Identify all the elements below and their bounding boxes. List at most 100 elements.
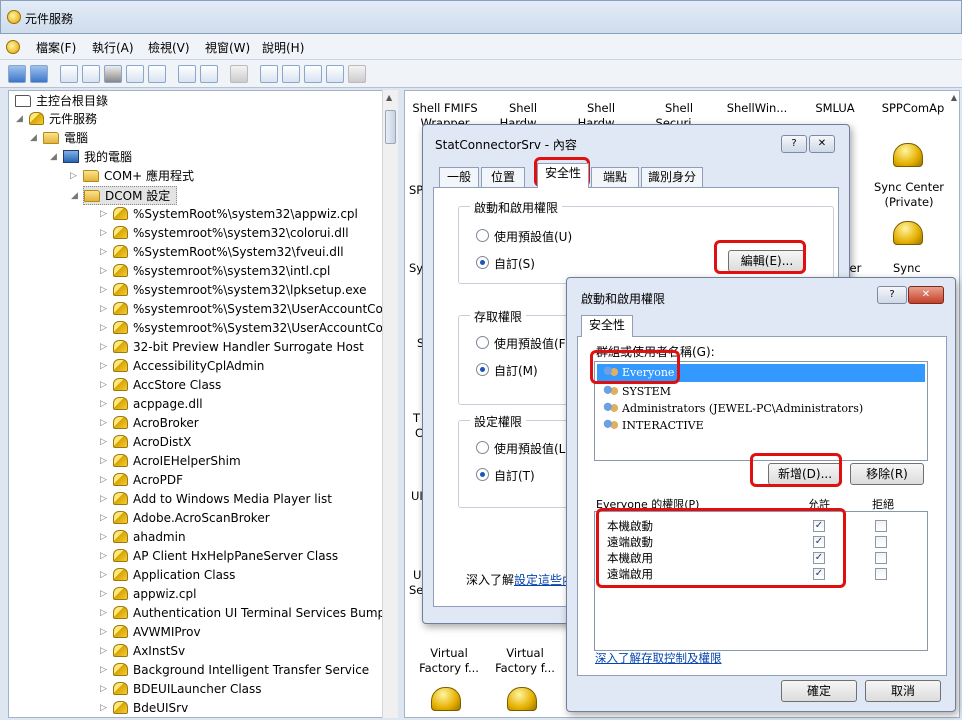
collapsed-arrow-icon[interactable]: ▷ (100, 528, 107, 547)
refresh-icon[interactable] (148, 65, 166, 83)
expanded-arrow-icon[interactable]: ◢ (16, 110, 23, 129)
tree-dcom-item[interactable]: ▷ acppage.dll (100, 395, 203, 414)
collapsed-arrow-icon[interactable]: ▷ (100, 300, 107, 319)
tree-dcom-item[interactable]: ▷ %systemroot%\System32\UserAccountCor (100, 319, 388, 338)
tree-dcom-item[interactable]: ▷ Add to Windows Media Player list (100, 490, 332, 509)
tree-dcom-item[interactable]: ▷ Adobe.AcroScanBroker (100, 509, 270, 528)
tree-dcom-item[interactable]: ▷ AP Client HxHelpPaneServer Class (100, 547, 338, 566)
component-icon[interactable] (893, 143, 923, 167)
collapsed-arrow-icon[interactable]: ▷ (100, 414, 107, 433)
collapsed-arrow-icon[interactable]: ▷ (70, 167, 77, 186)
collapsed-arrow-icon[interactable]: ▷ (100, 262, 107, 281)
deny-checkbox[interactable] (875, 536, 887, 548)
tree-dcom-config[interactable]: ◢ DCOM 設定 (71, 186, 178, 205)
deny-checkbox[interactable] (875, 520, 887, 532)
icon-sync[interactable]: Sync (893, 261, 921, 275)
console-tree[interactable]: 主控台根目錄 ◢ 元件服務 ◢ 電腦 ◢ 我的電腦 ▷ COM+ 應用程式 ◢ DCOM … (8, 90, 398, 718)
large-icons-icon[interactable] (260, 65, 278, 83)
tree-dcom-item[interactable]: ▷ Background Intelligent Transfer Service (100, 661, 369, 680)
tree-dcom-item[interactable]: ▷ ahadmin (100, 528, 186, 547)
tab-endpoints[interactable]: 端點 (591, 167, 639, 187)
collapsed-arrow-icon[interactable]: ▷ (100, 319, 107, 338)
list-icon[interactable] (304, 65, 322, 83)
menu-help[interactable]: 說明(H) (262, 39, 304, 56)
config-default-label[interactable]: 使用預設值(L) (494, 440, 570, 457)
tab-security[interactable]: 安全性 (581, 315, 633, 337)
config-default-radio[interactable] (476, 441, 489, 454)
icon-label[interactable]: T (413, 411, 420, 425)
component-icon[interactable] (893, 221, 923, 245)
collapsed-arrow-icon[interactable]: ▷ (100, 452, 107, 471)
ok-button[interactable]: 確定 (781, 680, 857, 702)
user-item-interactive[interactable]: INTERACTIVE (603, 417, 704, 434)
icon-label[interactable]: ShellWin... (715, 101, 799, 116)
collapsed-arrow-icon[interactable]: ▷ (100, 433, 107, 452)
close-button[interactable]: ✕ (908, 286, 944, 304)
tree-dcom-item[interactable]: ▷ AVWMIProv (100, 623, 201, 642)
collapsed-arrow-icon[interactable]: ▷ (100, 205, 107, 224)
tree-dcom-item[interactable]: ▷ %SystemRoot%\system32\appwiz.cpl (100, 205, 358, 224)
config-custom-radio[interactable] (476, 468, 489, 481)
tree-dcom-item[interactable]: ▷ %systemroot%\System32\UserAccountCor (100, 300, 388, 319)
tree-dcom-item[interactable]: ▷ AxInstSv (100, 642, 185, 661)
tree-dcom-item[interactable]: ▷ AccStore Class (100, 376, 221, 395)
collapsed-arrow-icon[interactable]: ▷ (100, 566, 107, 585)
tree-dcom-item[interactable]: ▷ %systemroot%\system32\intl.cpl (100, 262, 330, 281)
collapsed-arrow-icon[interactable]: ▷ (100, 699, 107, 717)
show-hide-tree-icon[interactable] (82, 65, 100, 83)
tree-dcom-item[interactable]: ▷ AcroPDF (100, 471, 183, 490)
tree-dcom-item[interactable]: ▷ %systemroot%\system32\colorui.dll (100, 224, 349, 243)
launch-custom-radio[interactable] (476, 256, 489, 269)
learn-access-control-link[interactable]: 深入了解存取控制及權限 (595, 650, 722, 666)
menu-action[interactable]: 執行(A) (92, 39, 134, 56)
scroll-up-icon[interactable]: ▲ (386, 93, 392, 102)
tree-dcom-item[interactable]: ▷ Authentication UI Terminal Services Bum… (100, 604, 394, 623)
access-custom-radio[interactable] (476, 363, 489, 376)
cancel-button[interactable]: 取消 (865, 680, 941, 702)
collapsed-arrow-icon[interactable]: ▷ (100, 661, 107, 680)
collapsed-arrow-icon[interactable]: ▷ (100, 357, 107, 376)
tree-dcom-item[interactable]: ▷ %systemroot%\system32\lpksetup.exe (100, 281, 367, 300)
expanded-arrow-icon[interactable]: ◢ (50, 148, 57, 167)
tree-dcom-item[interactable]: ▷ AcroBroker (100, 414, 199, 433)
help-icon[interactable] (178, 65, 196, 83)
tree-dcom-item[interactable]: ▷ AccessibilityCplAdmin (100, 357, 264, 376)
up-level-icon[interactable] (230, 65, 248, 83)
remove-user-button[interactable]: 移除(R) (850, 463, 924, 485)
user-item-system[interactable]: SYSTEM (603, 383, 671, 400)
icon-label[interactable]: SMLUA (793, 101, 877, 116)
tree-dcom-item[interactable]: ▷ BDEUILauncher Class (100, 680, 262, 699)
access-default-radio[interactable] (476, 336, 489, 349)
delete-icon[interactable] (104, 65, 122, 83)
tree-my-computer[interactable]: ◢ 我的電腦 (50, 148, 132, 167)
deny-checkbox[interactable] (875, 552, 887, 564)
deny-checkbox[interactable] (875, 568, 887, 580)
icon-virtual-factory-2[interactable]: Virtual Factory f... (483, 646, 567, 676)
back-icon[interactable] (8, 65, 26, 83)
tab-identity[interactable]: 識別身分 (641, 167, 703, 187)
tree-dcom-item[interactable]: ▷ BdeUISrv (100, 699, 188, 717)
access-custom-label[interactable]: 自訂(M) (494, 362, 538, 379)
icon-label[interactable]: SPPComAp (871, 101, 955, 116)
collapsed-arrow-icon[interactable]: ▷ (100, 623, 107, 642)
view-icon[interactable] (200, 65, 218, 83)
menu-window[interactable]: 視窗(W) (205, 39, 250, 56)
menu-file[interactable]: 檔案(F) (36, 39, 76, 56)
user-item-administrators[interactable]: Administrators (JEWEL-PC\Administrators) (603, 400, 863, 417)
tree-computers[interactable]: ◢ 電腦 (30, 129, 88, 148)
tab-general[interactable]: 一般 (439, 167, 479, 187)
icon-label[interactable]: Sy (409, 261, 423, 275)
collapsed-arrow-icon[interactable]: ▷ (100, 243, 107, 262)
collapsed-arrow-icon[interactable]: ▷ (100, 376, 107, 395)
collapsed-arrow-icon[interactable]: ▷ (100, 509, 107, 528)
collapsed-arrow-icon[interactable]: ▷ (100, 338, 107, 357)
tab-location[interactable]: 位置 (481, 167, 525, 187)
expanded-arrow-icon[interactable]: ◢ (30, 129, 37, 148)
collapsed-arrow-icon[interactable]: ▷ (100, 281, 107, 300)
collapsed-arrow-icon[interactable]: ▷ (100, 490, 107, 509)
collapsed-arrow-icon[interactable]: ▷ (100, 642, 107, 661)
tree-root[interactable]: 主控台根目錄 (15, 92, 108, 111)
scroll-thumb[interactable] (385, 110, 396, 144)
access-default-label[interactable]: 使用預設值(F) (494, 335, 570, 352)
tree-com-apps[interactable]: ▷ COM+ 應用程式 (70, 167, 194, 186)
